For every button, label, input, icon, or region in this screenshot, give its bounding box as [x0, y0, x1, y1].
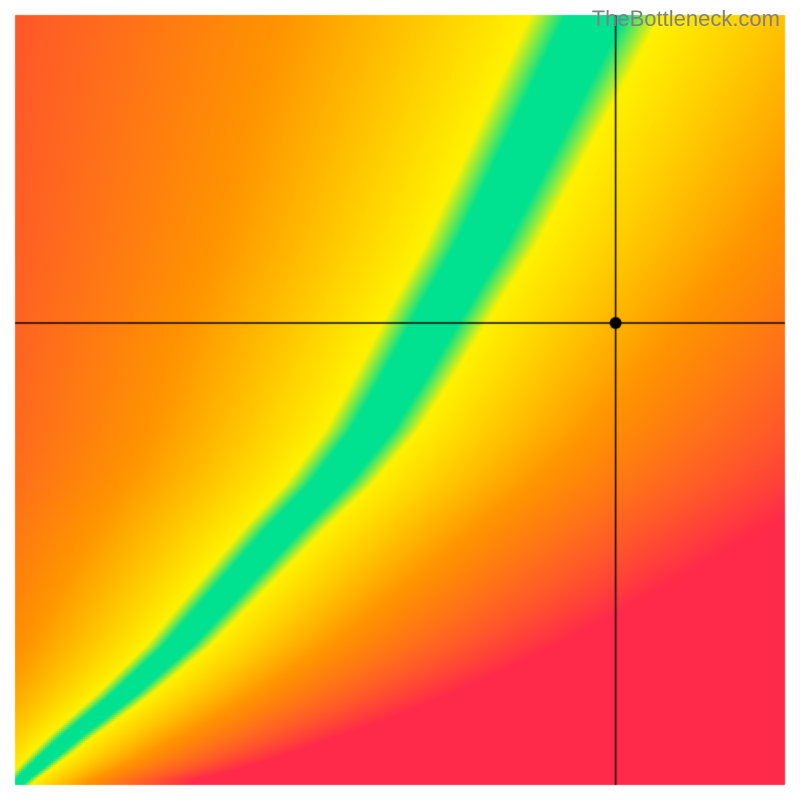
bottleneck-heatmap [0, 0, 800, 800]
watermark-text: TheBottleneck.com [592, 6, 780, 32]
chart-container: TheBottleneck.com [0, 0, 800, 800]
